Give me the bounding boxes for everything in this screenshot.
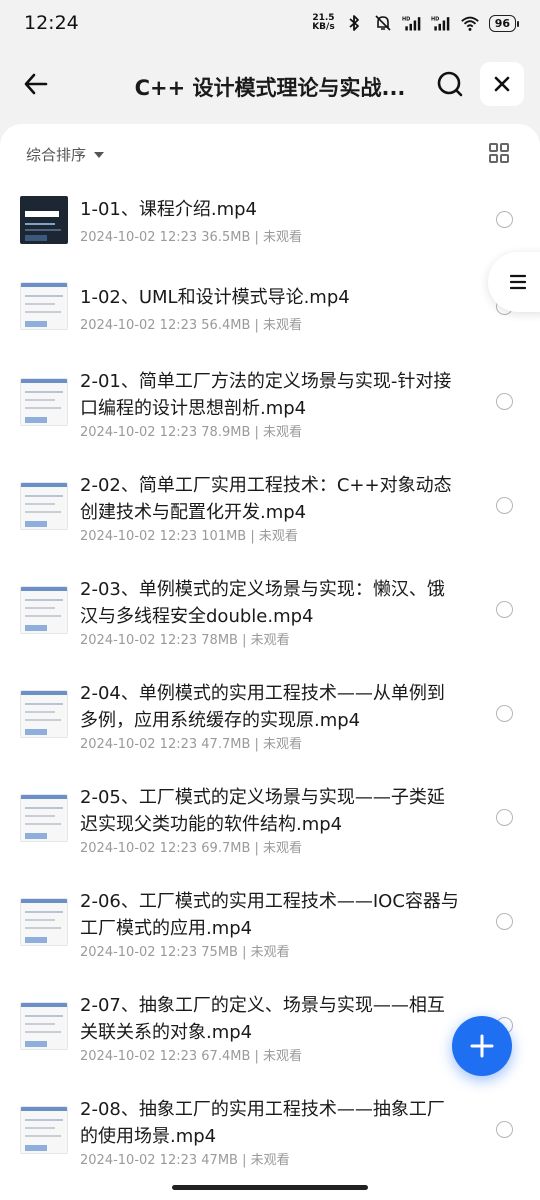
svg-text:HD: HD xyxy=(431,17,439,23)
select-radio[interactable] xyxy=(496,211,513,228)
back-arrow-icon xyxy=(24,73,48,95)
file-title: 2-03、单例模式的定义场景与实现：懒汉、饿汉与多线程安全double.mp4 xyxy=(80,579,445,627)
video-thumbnail xyxy=(20,1002,68,1050)
file-meta: 2024-10-02 12:23 56.4MB | 未观看 xyxy=(80,318,303,333)
close-icon xyxy=(494,76,510,92)
select-radio[interactable] xyxy=(496,809,513,826)
file-meta: 2024-10-02 12:23 78.9MB | 未观看 xyxy=(80,425,303,440)
video-thumbnail xyxy=(20,1106,68,1154)
network-speed-unit: KB/s xyxy=(312,22,335,32)
video-thumbnail xyxy=(20,196,68,244)
file-meta: 2024-10-02 12:23 47MB | 未观看 xyxy=(80,1153,290,1168)
file-item[interactable]: 2-08、抽象工厂的实用工程技术——抽象工厂的使用场景.mp4 2024-10-… xyxy=(0,1092,540,1192)
file-item[interactable]: 2-01、简单工厂方法的定义场景与实现-针对接口编程的设计思想剖析.mp4 20… xyxy=(0,364,540,464)
add-button[interactable] xyxy=(452,1016,512,1076)
sort-label: 综合排序 xyxy=(26,146,87,164)
close-button[interactable] xyxy=(480,62,524,106)
search-icon xyxy=(437,71,463,97)
file-item[interactable]: 1-02、UML和设计模式导论.mp4 2024-10-02 12:23 56.… xyxy=(0,270,540,370)
hd-signal-icon: HD xyxy=(402,17,421,31)
status-bar: 12:24 21.5 KB/s HD HD 96 xyxy=(0,0,540,46)
video-thumbnail xyxy=(20,794,68,842)
network-speed: 21.5 KB/s xyxy=(312,14,334,32)
file-item[interactable]: 2-04、单例模式的实用工程技术——从单例到多例，应用系统缓存的实现原.mp4 … xyxy=(0,676,540,776)
video-thumbnail xyxy=(20,482,68,530)
file-title: 2-08、抽象工厂的实用工程技术——抽象工厂的使用场景.mp4 xyxy=(80,1099,445,1147)
side-menu-handle[interactable] xyxy=(488,252,540,312)
grid-view-icon[interactable] xyxy=(488,142,510,164)
file-title: 2-04、单例模式的实用工程技术——从单例到多例，应用系统缓存的实现原.mp4 xyxy=(80,683,445,731)
file-meta: 2024-10-02 12:23 36.5MB | 未观看 xyxy=(80,230,303,245)
svg-text:HD: HD xyxy=(402,17,410,23)
video-thumbnail xyxy=(20,282,68,330)
sort-dropdown[interactable]: 综合排序 xyxy=(26,144,105,165)
select-radio[interactable] xyxy=(496,705,513,722)
file-title: 2-01、简单工厂方法的定义场景与实现-针对接口编程的设计思想剖析.mp4 xyxy=(80,371,452,419)
header: C++ 设计模式理论与实战... xyxy=(0,46,540,124)
file-meta: 2024-10-02 12:23 75MB | 未观看 xyxy=(80,945,290,960)
hd-signal-icon: HD xyxy=(431,17,450,31)
file-title: 1-01、课程介绍.mp4 xyxy=(80,199,257,220)
file-meta: 2024-10-02 12:23 47.7MB | 未观看 xyxy=(80,737,303,752)
home-indicator[interactable] xyxy=(172,1185,368,1190)
caret-down-icon xyxy=(94,151,105,158)
video-thumbnail xyxy=(20,690,68,738)
battery-icon: 96 xyxy=(488,14,520,32)
bluetooth-icon xyxy=(349,15,359,31)
file-meta: 2024-10-02 12:23 101MB | 未观看 xyxy=(80,529,298,544)
status-time: 12:24 xyxy=(24,12,79,34)
file-title: 2-06、工厂模式的实用工程技术——IOC容器与工厂模式的应用.mp4 xyxy=(80,891,459,939)
file-title: 1-02、UML和设计模式导论.mp4 xyxy=(80,287,350,308)
file-title: 2-07、抽象工厂的定义、场景与实现——相互关联关系的对象.mp4 xyxy=(80,995,445,1043)
file-item[interactable]: 2-06、工厂模式的实用工程技术——IOC容器与工厂模式的应用.mp4 2024… xyxy=(0,884,540,984)
file-meta: 2024-10-02 12:23 67.4MB | 未观看 xyxy=(80,1049,303,1064)
status-icons: 21.5 KB/s HD HD 96 xyxy=(312,13,520,33)
menu-lines-icon xyxy=(510,274,526,290)
select-radio[interactable] xyxy=(496,601,513,618)
search-button[interactable] xyxy=(432,66,468,102)
plus-icon xyxy=(470,1034,494,1058)
file-item[interactable]: 2-05、工厂模式的定义场景与实现——子类延迟实现父类功能的软件结构.mp4 2… xyxy=(0,780,540,880)
video-thumbnail xyxy=(20,586,68,634)
page-title: C++ 设计模式理论与实战... xyxy=(134,76,406,100)
video-thumbnail xyxy=(20,898,68,946)
file-item[interactable]: 2-02、简单工厂实用工程技术：C++对象动态创建技术与配置化开发.mp4 20… xyxy=(0,468,540,568)
back-button[interactable] xyxy=(18,66,54,102)
file-item[interactable]: 2-03、单例模式的定义场景与实现：懒汉、饿汉与多线程安全double.mp4 … xyxy=(0,572,540,672)
wifi-icon xyxy=(460,16,479,31)
file-meta: 2024-10-02 12:23 78MB | 未观看 xyxy=(80,633,290,648)
select-radio[interactable] xyxy=(496,1121,513,1138)
mute-bell-icon xyxy=(375,15,391,31)
file-meta: 2024-10-02 12:23 69.7MB | 未观看 xyxy=(80,841,303,856)
select-radio[interactable] xyxy=(496,393,513,410)
select-radio[interactable] xyxy=(496,497,513,514)
file-title: 2-05、工厂模式的定义场景与实现——子类延迟实现父类功能的软件结构.mp4 xyxy=(80,787,445,835)
select-radio[interactable] xyxy=(496,913,513,930)
file-title: 2-02、简单工厂实用工程技术：C++对象动态创建技术与配置化开发.mp4 xyxy=(80,475,452,523)
video-thumbnail xyxy=(20,378,68,426)
